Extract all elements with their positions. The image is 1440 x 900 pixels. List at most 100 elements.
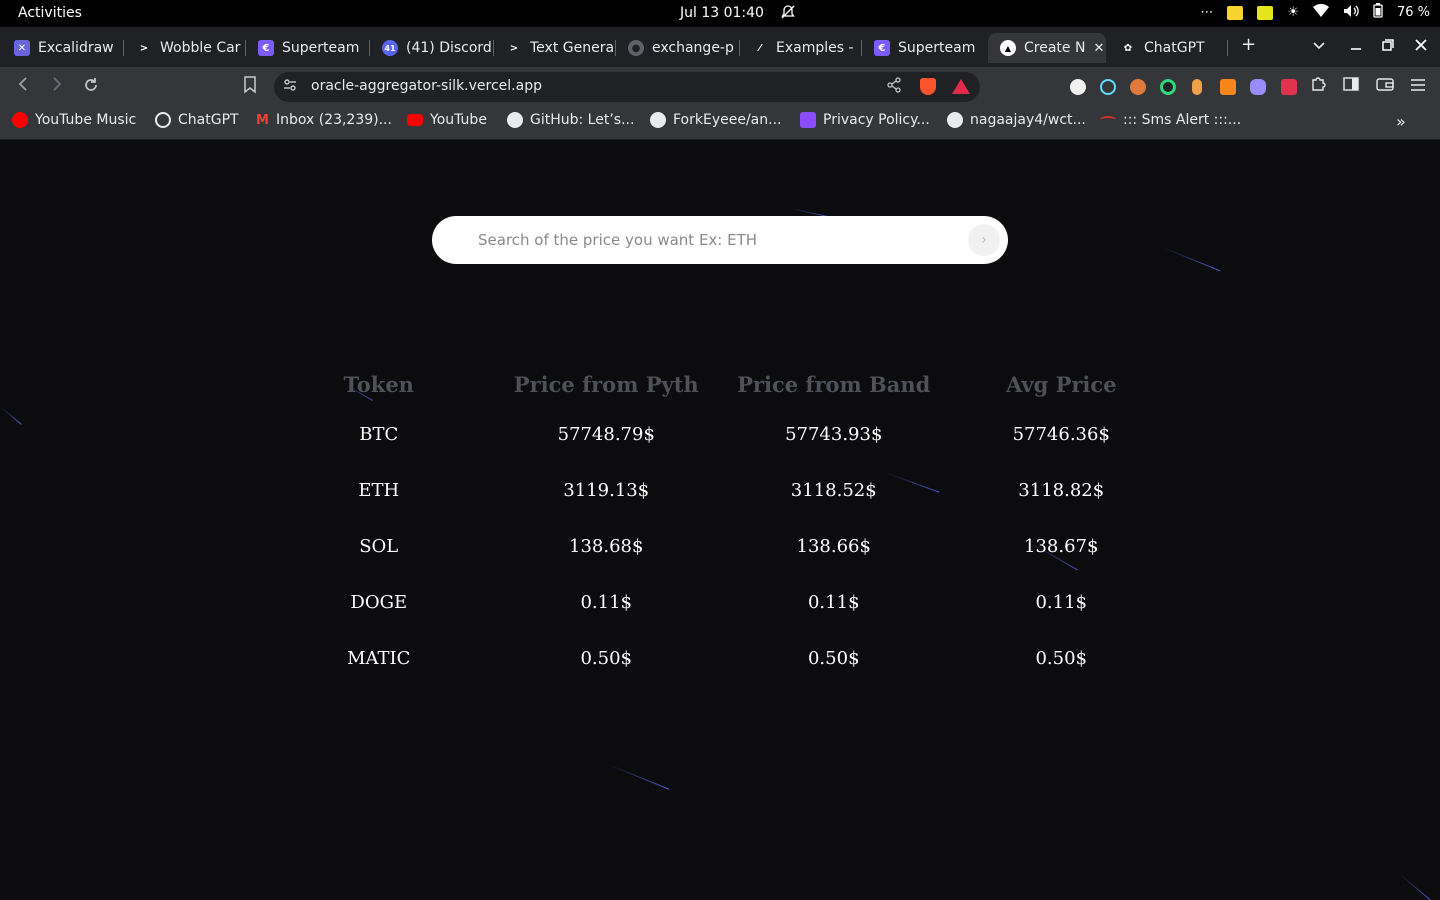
youtube-icon bbox=[407, 114, 423, 126]
activities-button[interactable]: Activities bbox=[18, 5, 82, 21]
bookmark-youtube[interactable]: YouTube bbox=[407, 112, 487, 128]
tab-search-chevron-icon[interactable] bbox=[1312, 36, 1326, 55]
tab-superteam[interactable]: € Superteam bbox=[246, 33, 370, 63]
bookmark-youtube-music[interactable]: YouTube Music bbox=[12, 112, 136, 128]
globe-favicon-icon: ● bbox=[628, 40, 644, 56]
avg-price-cell: 138.67$ bbox=[1024, 535, 1099, 557]
table-row: SOL 138.68$ 138.66$ 138.67$ bbox=[265, 518, 1175, 574]
url-text[interactable]: oracle-aggregator-silk.vercel.app bbox=[311, 78, 542, 94]
bookmark-icon[interactable] bbox=[243, 76, 257, 99]
avg-price-cell: 0.50$ bbox=[1035, 647, 1088, 669]
tab-title: exchange-p bbox=[652, 40, 734, 56]
token-cell: SOL bbox=[359, 535, 399, 557]
browser-tab-strip: ✕ Excalidraw > Wobble Car € Superteam 41… bbox=[0, 27, 1440, 67]
pyth-price-cell: 0.50$ bbox=[580, 647, 633, 669]
bookmark-github[interactable]: GitHub: Let’s... bbox=[507, 112, 634, 128]
phantom-wallet-icon[interactable] bbox=[1250, 79, 1266, 95]
battery-icon[interactable] bbox=[1373, 3, 1383, 22]
clock[interactable]: Jul 13 01:40 bbox=[680, 5, 764, 21]
tab-text-generation[interactable]: > Text Genera bbox=[494, 33, 616, 63]
tab-create-next-app[interactable]: ▲ Create N ✕ bbox=[988, 33, 1106, 63]
brave-rewards-icon[interactable] bbox=[952, 79, 970, 94]
extension-icon[interactable] bbox=[1281, 79, 1297, 95]
bookmark-label: Privacy Policy... bbox=[823, 112, 930, 128]
more-icon[interactable]: ⋯ bbox=[1200, 5, 1213, 20]
bookmark-sms-alert[interactable]: ::: Sms Alert :::... bbox=[1100, 112, 1241, 128]
chatgpt-icon bbox=[155, 112, 171, 128]
bookmark-label: YouTube bbox=[430, 112, 487, 128]
brightness-icon[interactable]: ☀ bbox=[1287, 5, 1299, 20]
extension-icon[interactable] bbox=[1192, 79, 1202, 95]
sidebar-icon[interactable] bbox=[1343, 76, 1359, 97]
menu-icon[interactable] bbox=[1410, 76, 1426, 97]
background-streak bbox=[0, 406, 22, 425]
github-icon bbox=[947, 112, 963, 128]
github-icon bbox=[507, 112, 523, 128]
brave-shields-icon[interactable] bbox=[920, 78, 936, 95]
price-search-input[interactable] bbox=[478, 226, 958, 254]
tab-title: Examples - bbox=[776, 40, 854, 56]
tab-title: Superteam bbox=[898, 40, 976, 56]
forward-icon[interactable] bbox=[50, 76, 64, 97]
close-tab-icon[interactable]: ✕ bbox=[1093, 41, 1104, 56]
notifications-muted-icon[interactable] bbox=[780, 4, 796, 24]
tab-title: Excalidraw bbox=[38, 40, 114, 56]
youtube-music-icon bbox=[12, 112, 28, 128]
pyth-price-cell: 138.68$ bbox=[569, 535, 644, 557]
site-info-icon[interactable] bbox=[282, 77, 298, 97]
bookmark-privacy-policy[interactable]: Privacy Policy... bbox=[800, 112, 930, 128]
more-bookmarks-icon[interactable]: » bbox=[1396, 112, 1406, 131]
minimize-window-icon[interactable] bbox=[1350, 36, 1362, 55]
tab-title: (41) Discord bbox=[406, 40, 492, 56]
bookmark-label: ChatGPT bbox=[178, 112, 239, 128]
price-search-bar: › bbox=[432, 216, 1008, 264]
search-submit-button[interactable]: › bbox=[968, 224, 1000, 256]
bookmark-forkeyeee[interactable]: ForkEyeee/an... bbox=[650, 112, 781, 128]
system-tray[interactable]: ⋯ ☀ 76 % bbox=[1200, 3, 1430, 22]
address-bar[interactable]: oracle-aggregator-silk.vercel.app bbox=[274, 72, 980, 102]
wifi-icon[interactable] bbox=[1312, 3, 1329, 22]
wallet-icon[interactable] bbox=[1376, 76, 1394, 97]
close-window-icon[interactable] bbox=[1415, 36, 1427, 55]
vercel-favicon-icon: ▲ bbox=[1000, 40, 1016, 56]
bookmark-nagaajay4[interactable]: nagaajay4/wct... bbox=[947, 112, 1086, 128]
extension-icon[interactable] bbox=[1130, 79, 1146, 95]
band-price-cell: 57743.93$ bbox=[785, 423, 883, 445]
share-icon[interactable] bbox=[886, 77, 902, 97]
system-top-bar: Activities Jul 13 01:40 ⋯ ☀ 76 % bbox=[0, 0, 1440, 27]
extension-icon[interactable] bbox=[1070, 79, 1086, 95]
tab-discord[interactable]: 41 (41) Discord bbox=[370, 33, 494, 63]
extension-icon[interactable] bbox=[1160, 79, 1176, 95]
tab-superteam-2[interactable]: € Superteam bbox=[862, 33, 986, 63]
avg-price-cell: 0.11$ bbox=[1035, 591, 1088, 613]
excalidraw-favicon-icon: ✕ bbox=[14, 40, 30, 56]
notes-app-icon[interactable] bbox=[1257, 5, 1274, 20]
superteam-favicon-icon: € bbox=[258, 40, 274, 56]
tab-wobble-car[interactable]: > Wobble Car bbox=[124, 33, 246, 63]
new-tab-icon[interactable]: + bbox=[1241, 34, 1256, 55]
column-header-avg: Avg Price bbox=[1005, 371, 1117, 397]
bookmark-chatgpt[interactable]: ChatGPT bbox=[155, 112, 239, 128]
metamask-icon[interactable] bbox=[1220, 79, 1236, 95]
tab-excalidraw[interactable]: ✕ Excalidraw bbox=[2, 33, 124, 63]
react-devtools-icon[interactable] bbox=[1100, 79, 1116, 95]
chevron-right-icon: › bbox=[981, 232, 987, 248]
battery-percent: 76 % bbox=[1396, 5, 1430, 20]
tab-exchange[interactable]: ● exchange-p bbox=[616, 33, 740, 63]
tab-chatgpt[interactable]: ✿ ChatGPT bbox=[1108, 33, 1228, 63]
back-icon[interactable] bbox=[16, 76, 30, 97]
restore-window-icon[interactable] bbox=[1382, 36, 1394, 55]
sticky-notes-icon[interactable] bbox=[1227, 5, 1244, 20]
bookmark-label: GitHub: Let’s... bbox=[530, 112, 635, 128]
bookmark-gmail-inbox[interactable]: M Inbox (23,239)... bbox=[256, 112, 392, 128]
token-cell: BTC bbox=[359, 423, 399, 445]
privacy-policy-icon bbox=[800, 112, 816, 128]
tab-examples[interactable]: ⁄ Examples - bbox=[740, 33, 862, 63]
github-icon bbox=[650, 112, 666, 128]
extensions-puzzle-icon[interactable] bbox=[1310, 76, 1327, 97]
tab-title: Superteam bbox=[282, 40, 360, 56]
volume-icon[interactable] bbox=[1343, 4, 1359, 22]
column-header-pyth: Price from Pyth bbox=[513, 371, 699, 397]
reload-icon[interactable] bbox=[82, 76, 100, 99]
band-price-cell: 0.11$ bbox=[807, 591, 860, 613]
